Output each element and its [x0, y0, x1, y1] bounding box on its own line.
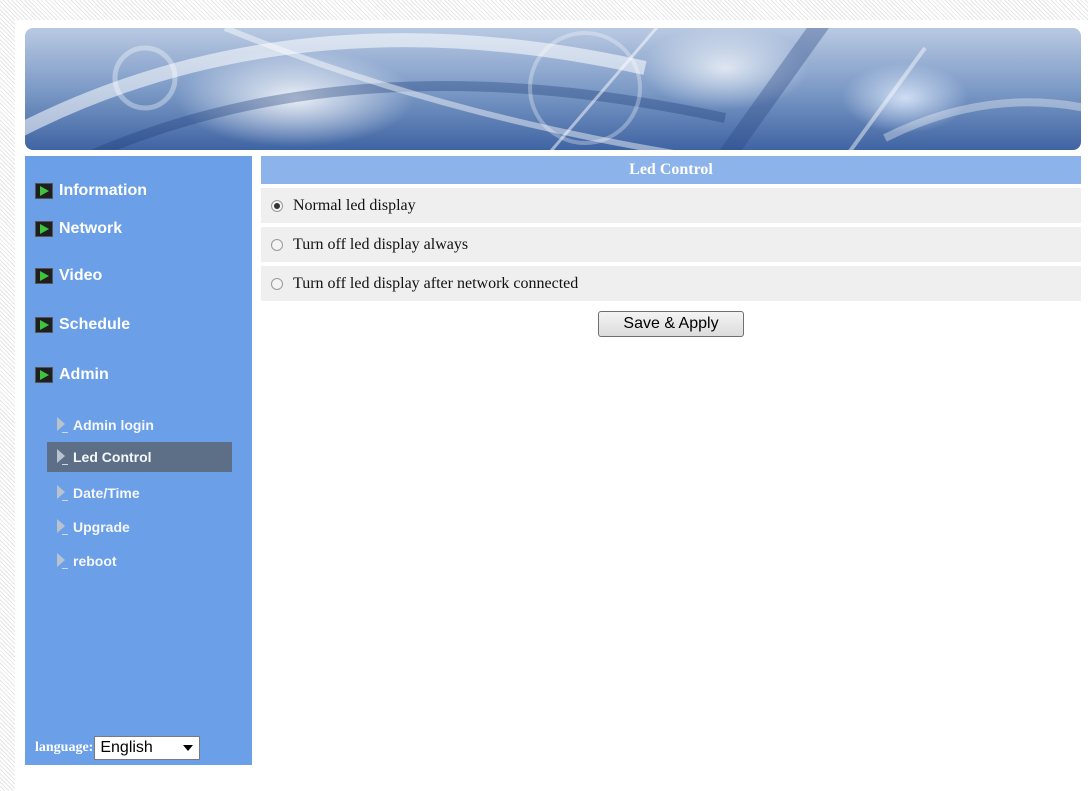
sub-item-reboot[interactable]: reboot — [47, 546, 232, 576]
sub-item-label: Upgrade — [73, 519, 130, 535]
nav-item-admin[interactable]: Admin — [35, 362, 109, 388]
sub-item-label: Date/Time — [73, 485, 140, 501]
nav-item-information[interactable]: Information — [35, 178, 147, 204]
language-row: language: English — [35, 736, 201, 760]
chevron-down-icon — [183, 745, 194, 751]
play-arrow-icon — [35, 268, 53, 284]
nav-item-schedule[interactable]: Schedule — [35, 312, 130, 338]
option-led-off-after-connect[interactable]: Turn off led display after network conne… — [261, 266, 1081, 301]
sub-item-admin-login[interactable]: Admin login — [47, 410, 232, 440]
option-label: Turn off led display always — [293, 235, 469, 253]
nav-label: Video — [59, 267, 103, 284]
header-banner — [25, 28, 1081, 150]
small-arrow-icon — [57, 415, 69, 435]
play-arrow-icon — [35, 317, 53, 333]
small-arrow-icon — [57, 517, 69, 537]
language-select[interactable]: English — [94, 736, 201, 760]
nav-item-network[interactable]: Network — [35, 216, 122, 242]
play-arrow-icon — [35, 221, 53, 237]
sub-item-label: Led Control — [73, 449, 152, 465]
option-label: Normal led display — [293, 196, 416, 214]
language-label: language: — [35, 740, 94, 755]
page-title: Led Control — [261, 156, 1081, 184]
option-led-off-always[interactable]: Turn off led display always — [261, 227, 1081, 262]
main-content: Led Control Normal led display Turn off … — [261, 156, 1081, 337]
page: Information Network Video Schedule Admin… — [15, 20, 1088, 791]
sub-item-label: Admin login — [73, 417, 154, 433]
small-arrow-icon — [57, 483, 69, 503]
save-apply-button[interactable]: Save & Apply — [598, 311, 744, 337]
radio-button[interactable] — [271, 238, 283, 251]
sub-item-upgrade[interactable]: Upgrade — [47, 512, 232, 542]
small-arrow-icon — [57, 551, 69, 571]
banner-artwork — [25, 28, 1081, 150]
radio-button[interactable] — [271, 199, 283, 212]
radio-button[interactable] — [271, 277, 283, 290]
sub-item-date-time[interactable]: Date/Time — [47, 478, 232, 508]
sidebar: Information Network Video Schedule Admin… — [25, 156, 252, 765]
language-value: English — [100, 739, 153, 756]
nav-label: Information — [59, 182, 147, 199]
option-normal-led[interactable]: Normal led display — [261, 188, 1081, 223]
small-arrow-icon — [57, 447, 69, 467]
nav-item-video[interactable]: Video — [35, 263, 102, 289]
nav-label: Network — [59, 220, 123, 237]
option-label: Turn off led display after network conne… — [293, 274, 579, 292]
play-arrow-icon — [35, 367, 53, 383]
play-arrow-icon — [35, 183, 53, 199]
nav-label: Admin — [59, 366, 109, 383]
nav-label: Schedule — [59, 316, 131, 333]
sub-item-label: reboot — [73, 553, 117, 569]
sub-item-led-control[interactable]: Led Control — [47, 442, 232, 472]
button-row: Save & Apply — [261, 311, 1081, 337]
